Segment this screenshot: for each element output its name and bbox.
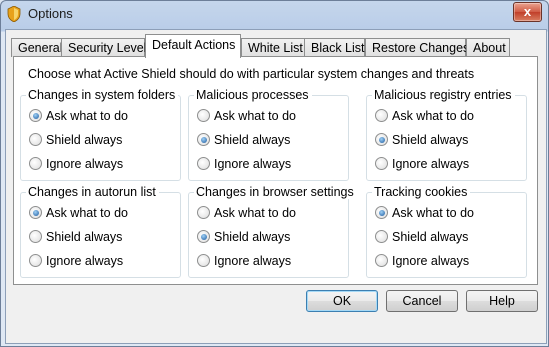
option-label: Shield always: [46, 230, 123, 244]
radio-button[interactable]: [375, 206, 388, 219]
option-label: Ask what to do: [392, 109, 474, 123]
option-label: Ignore always: [214, 157, 292, 171]
radio-button[interactable]: [375, 109, 388, 122]
group-title: Changes in browser settings: [194, 185, 357, 199]
radio-button[interactable]: [29, 133, 42, 146]
radio-button[interactable]: [375, 133, 388, 146]
radio-button[interactable]: [197, 254, 210, 267]
options-window: Options x General Security Level Default…: [0, 0, 549, 347]
group-title: Malicious processes: [194, 88, 312, 102]
close-button[interactable]: x: [513, 2, 542, 22]
group-title: Malicious registry entries: [372, 88, 515, 102]
group-browser-settings: Changes in browser settings Ask what to …: [188, 185, 357, 278]
option-label: Shield always: [392, 230, 469, 244]
group-registry-entries: Malicious registry entries Ask what to d…: [366, 88, 527, 181]
cancel-button[interactable]: Cancel: [386, 290, 458, 312]
group-title: Changes in autorun list: [26, 185, 159, 199]
shield-app-icon: [7, 6, 21, 22]
option-label: Ask what to do: [392, 206, 474, 220]
title-bar[interactable]: Options x: [1, 1, 548, 28]
panel-description: Choose what Active Shield should do with…: [28, 67, 475, 81]
tab-white-list[interactable]: White List: [241, 38, 305, 57]
option-label: Ignore always: [392, 254, 470, 268]
radio-button[interactable]: [29, 206, 42, 219]
close-icon: x: [523, 4, 532, 19]
radio-button[interactable]: [375, 230, 388, 243]
group-malicious-processes: Malicious processes Ask what to do Shiel…: [188, 88, 349, 181]
option-label: Ask what to do: [214, 206, 296, 220]
group-tracking-cookies: Tracking cookies Ask what to do Shield a…: [366, 185, 527, 278]
option-label: Shield always: [214, 133, 291, 147]
dialog-body: General Security Level Default Actions W…: [5, 29, 547, 344]
tab-default-actions[interactable]: Default Actions: [145, 34, 241, 58]
group-title: Changes in system folders: [26, 88, 179, 102]
tab-black-list[interactable]: Black List: [304, 38, 365, 57]
default-actions-panel: Choose what Active Shield should do with…: [13, 56, 538, 285]
ok-button[interactable]: OK: [306, 290, 378, 312]
option-label: Ask what to do: [214, 109, 296, 123]
radio-button[interactable]: [197, 133, 210, 146]
help-button[interactable]: Help: [466, 290, 538, 312]
option-label: Shield always: [214, 230, 291, 244]
window-title: Options: [28, 6, 73, 21]
tab-security-level[interactable]: Security Level: [61, 38, 147, 57]
tab-general[interactable]: General: [11, 38, 62, 57]
radio-button[interactable]: [375, 254, 388, 267]
radio-button[interactable]: [29, 109, 42, 122]
option-label: Ignore always: [214, 254, 292, 268]
option-label: Ignore always: [46, 157, 124, 171]
group-autorun-list: Changes in autorun list Ask what to do S…: [20, 185, 181, 278]
tab-restore-changes[interactable]: Restore Changes: [365, 38, 469, 57]
option-label: Ignore always: [392, 157, 470, 171]
radio-button[interactable]: [197, 230, 210, 243]
radio-button[interactable]: [29, 230, 42, 243]
option-label: Ask what to do: [46, 206, 128, 220]
radio-button[interactable]: [375, 157, 388, 170]
option-label: Shield always: [392, 133, 469, 147]
radio-button[interactable]: [29, 254, 42, 267]
radio-button[interactable]: [29, 157, 42, 170]
group-system-folders: Changes in system folders Ask what to do…: [20, 88, 181, 181]
radio-button[interactable]: [197, 157, 210, 170]
option-label: Ask what to do: [46, 109, 128, 123]
group-title: Tracking cookies: [372, 185, 471, 199]
radio-button[interactable]: [197, 109, 210, 122]
radio-button[interactable]: [197, 206, 210, 219]
option-label: Ignore always: [46, 254, 124, 268]
option-label: Shield always: [46, 133, 123, 147]
tab-about[interactable]: About: [466, 38, 510, 57]
